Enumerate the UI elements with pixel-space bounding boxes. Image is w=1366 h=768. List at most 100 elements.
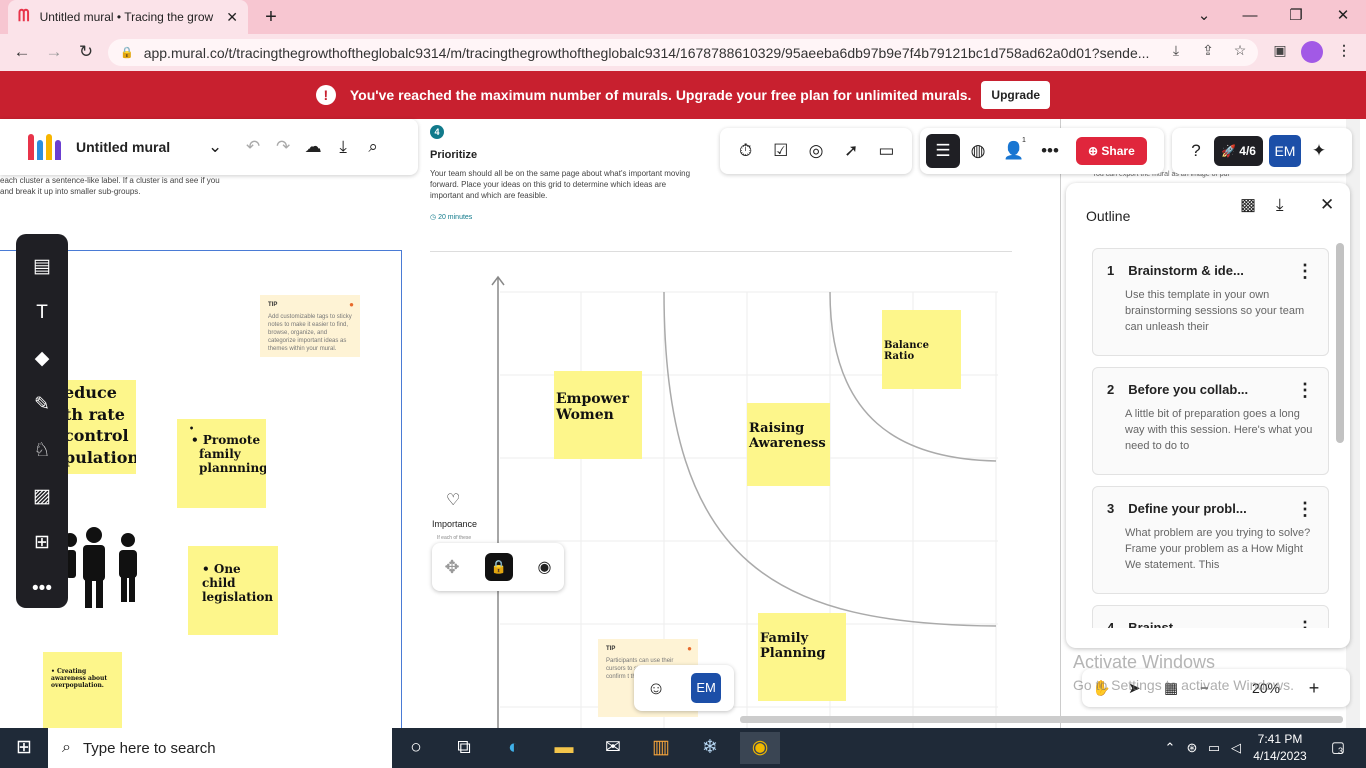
export-icon[interactable]: ⤓ <box>328 132 358 162</box>
present-icon[interactable]: ▩ <box>1240 195 1256 215</box>
download-icon[interactable]: ⤓ <box>1166 42 1186 62</box>
search-icon[interactable]: ⌕ <box>358 132 388 162</box>
llama-icon[interactable]: ♘ <box>22 428 62 474</box>
url-field[interactable]: 🔒 app.mural.co/t/tracingthegrowthofthegl… <box>108 39 1258 66</box>
sticky-empower[interactable]: Empower Women <box>554 371 642 459</box>
kebab-icon[interactable]: ⋮ <box>1296 618 1314 628</box>
undo-icon[interactable]: ↶ <box>238 132 268 162</box>
text-icon[interactable]: T <box>22 290 62 336</box>
image-icon[interactable]: ▨ <box>22 474 62 520</box>
cortana-icon[interactable]: ○ <box>396 732 436 764</box>
share-page-icon[interactable]: ⇪ <box>1198 42 1218 62</box>
outline-item[interactable]: 4 Brainst... ⋮ <box>1092 605 1329 628</box>
close-icon[interactable]: ✕ <box>1320 195 1334 215</box>
share-button[interactable]: ⊕ Share <box>1076 137 1147 165</box>
sticky-reduce[interactable]: educe th rate control pulation <box>58 380 136 474</box>
horizontal-scrollbar[interactable] <box>740 716 1343 723</box>
rocket-progress[interactable]: 🚀 4/6 <box>1214 136 1263 166</box>
mail-icon[interactable]: ✉ <box>593 732 633 764</box>
timer-icon[interactable]: ⏱ <box>728 133 763 169</box>
close-window-button[interactable]: ✕ <box>1320 0 1366 34</box>
outline-item[interactable]: 1 Brainstorm & ide... ⋮ Use this template… <box>1092 248 1329 356</box>
more-options-icon[interactable]: ••• <box>1032 133 1068 169</box>
store-icon[interactable]: ▥ <box>641 732 681 764</box>
file-explorer-icon[interactable]: ▬ <box>544 732 584 764</box>
chevron-down-icon[interactable]: ⌄ <box>200 132 230 162</box>
outline-panel: Outline ▩ ⤓ ✕ 1 Brainstorm & ide... ⋮ Use… <box>1066 183 1350 648</box>
sticky-note-icon[interactable]: ▤ <box>22 244 62 290</box>
heart-icon[interactable]: ♡ <box>446 490 460 510</box>
sticky-bullet: • <box>189 423 195 433</box>
chrome-icon[interactable]: ◉ <box>740 732 780 764</box>
help-icon[interactable]: ? <box>1178 133 1214 169</box>
tip-note[interactable]: TIP ● Add customizable tags to sticky no… <box>260 295 360 357</box>
back-icon[interactable]: ← <box>10 40 34 64</box>
summon-icon[interactable]: ➚ <box>834 133 869 169</box>
snowflake-app-icon[interactable]: ❄ <box>690 732 730 764</box>
more-icon[interactable]: ••• <box>22 566 62 612</box>
shapes-icon[interactable]: ◆ <box>22 336 62 382</box>
tip-title: TIP <box>268 302 278 308</box>
sticky-raising[interactable]: Raising Awareness <box>747 403 830 486</box>
redo-icon[interactable]: ↷ <box>268 132 298 162</box>
collaborators-icon[interactable]: 👤 <box>996 133 1032 169</box>
sidebar-icon[interactable]: ▣ <box>1270 42 1290 62</box>
minimize-button[interactable]: — <box>1227 0 1273 34</box>
outline-num: 3 <box>1107 501 1115 516</box>
emoji-icon[interactable]: ☺ <box>647 678 665 699</box>
one-child-label: One child legislation <box>202 562 274 604</box>
ai-sparkle-icon[interactable]: ✦ <box>1301 133 1337 169</box>
zoom-in-icon[interactable]: + <box>1296 678 1332 699</box>
download-outline-icon[interactable]: ⤓ <box>1276 195 1284 215</box>
user-avatar-top[interactable]: EM <box>1268 135 1301 167</box>
new-tab-button[interactable]: + <box>258 4 284 30</box>
browser-tab[interactable]: ᗰ Untitled mural • Tracing the grow ✕ <box>8 0 248 34</box>
tab-search-icon[interactable]: ⌄ <box>1181 0 1227 34</box>
browser-menu-icon[interactable]: ⋮ <box>1334 42 1354 62</box>
upgrade-button[interactable]: Upgrade <box>981 81 1051 109</box>
importance-sub: If each of these <box>437 535 472 541</box>
user-avatar[interactable]: EM <box>691 673 722 703</box>
bookmark-star-icon[interactable]: ☆ <box>1230 42 1250 62</box>
sticky-creating[interactable]: • Creating awareness about overpopulatio… <box>43 652 122 728</box>
clock[interactable]: 7:41 PM 4/14/2023 <box>1250 731 1310 765</box>
mural-header: Untitled mural ⌄ ↶ ↷ ☁ ⤓ ⌕ <box>0 119 418 175</box>
kebab-icon[interactable]: ⋮ <box>1296 261 1314 282</box>
sticky-family[interactable]: Family Planning <box>758 613 846 701</box>
lock-icon[interactable]: 🔒 <box>484 553 513 581</box>
taskbar-search[interactable]: ⌕ Type here to search <box>48 728 392 768</box>
sticky-balance[interactable]: Balance Ratio <box>882 310 961 389</box>
sticky-one-child[interactable]: • One child legislation <box>188 546 278 635</box>
edge-icon[interactable]: ◐ <box>494 732 534 764</box>
comments-icon[interactable]: ◍ <box>960 133 996 169</box>
hide-icon[interactable]: ◉ <box>538 557 552 577</box>
sticky-promote[interactable]: • • Promote family plannning <box>177 419 266 508</box>
move-icon[interactable]: ✥ <box>444 557 459 578</box>
windows-start-icon[interactable]: ⊞ <box>4 732 44 764</box>
kebab-icon[interactable]: ⋮ <box>1296 380 1314 401</box>
rocket-count: 4/6 <box>1239 144 1256 158</box>
mural-name[interactable]: Untitled mural <box>76 139 170 155</box>
prioritize-title: Prioritize <box>430 149 478 161</box>
templates-icon[interactable]: ⊞ <box>22 520 62 566</box>
reload-icon[interactable]: ↻ <box>74 40 98 64</box>
outline-scrollbar[interactable] <box>1336 243 1344 443</box>
kebab-icon[interactable]: ⋮ <box>1296 499 1314 520</box>
maximize-button[interactable]: ❐ <box>1273 0 1319 34</box>
private-mode-icon[interactable]: ◎ <box>798 133 833 169</box>
voting-icon[interactable]: ☑ <box>763 133 798 169</box>
mural-logo-icon[interactable] <box>28 134 62 160</box>
toolbox-icon[interactable]: ▭ <box>869 133 904 169</box>
outline-icon[interactable]: ☰ <box>926 134 960 168</box>
url-text: app.mural.co/t/tracingthegrowthoftheglob… <box>143 44 1150 61</box>
outline-item[interactable]: 2 Before you collab... ⋮ A little bit of … <box>1092 367 1329 475</box>
forward-icon[interactable]: → <box>42 40 66 64</box>
tab-close-icon[interactable]: ✕ <box>226 9 238 26</box>
bulb-icon: ● <box>687 644 692 653</box>
outline-item[interactable]: 3 Define your probl... ⋮ What problem are… <box>1092 486 1329 594</box>
task-view-icon[interactable]: ⧉ <box>444 732 484 764</box>
pen-icon[interactable]: ✎ <box>22 382 62 428</box>
cloud-saved-icon[interactable]: ☁ <box>298 132 328 162</box>
notification-count: 3 <box>1338 746 1344 756</box>
profile-avatar[interactable] <box>1301 41 1323 63</box>
